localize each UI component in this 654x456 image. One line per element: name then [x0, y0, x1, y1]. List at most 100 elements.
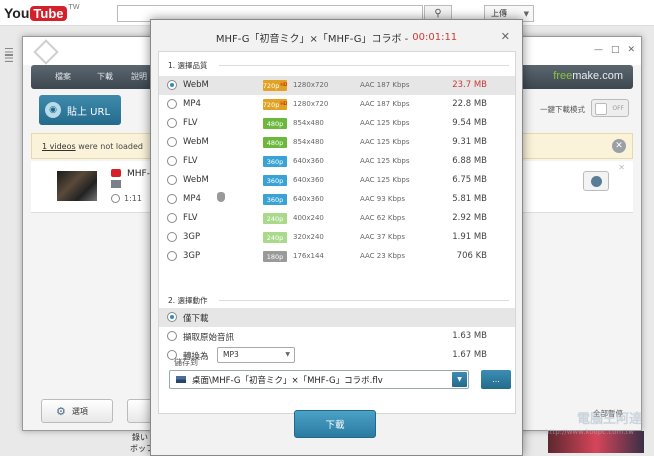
badge-text: 360p: [266, 195, 284, 204]
convert-format-select[interactable]: MP3 ▼: [217, 347, 295, 363]
maximize-icon[interactable]: □: [611, 45, 620, 55]
globe-icon: [590, 175, 602, 187]
format-name: 3GP: [183, 251, 201, 261]
badge-text: 240p: [266, 214, 284, 223]
resolution: 854x480: [293, 119, 324, 127]
quality-badge: 180p: [263, 251, 287, 262]
format-name: FLV: [183, 118, 198, 128]
one-click-toggle[interactable]: OFF: [591, 99, 629, 117]
file-size: 1.67 MB: [452, 350, 487, 360]
remove-item-icon[interactable]: ✕: [618, 163, 625, 172]
radio-button[interactable]: [167, 175, 177, 185]
radio-button[interactable]: [167, 331, 177, 341]
format-option[interactable]: 3GP 180p 176x144 AAC 23 Kbps 706 KB: [159, 247, 515, 266]
hd-mark: HD: [280, 83, 288, 88]
quality-badge: 240p: [263, 213, 287, 224]
item-globe-button[interactable]: [583, 171, 609, 191]
radio-button[interactable]: [167, 194, 177, 204]
format-option[interactable]: FLV 480p 854x480 AAC 125 Kbps 9.54 MB: [159, 114, 515, 133]
format-option[interactable]: WebM 480p 854x480 AAC 125 Kbps 9.31 MB: [159, 133, 515, 152]
youtube-logo[interactable]: You Tube TW: [4, 3, 80, 23]
one-click-mode-label: 一鍵下載模式: [540, 105, 585, 114]
dialog-title-text: MHF-G「初音ミク」×「MHF-G」コラボ -: [215, 33, 409, 45]
dialog-duration: 00:01:11: [412, 31, 458, 43]
globe-icon: ◉: [45, 102, 61, 118]
format-option[interactable]: WebM 720p HD 1280x720 AAC 187 Kbps 23.7 MB: [159, 76, 515, 95]
resolution: 640x360: [293, 176, 324, 184]
download-dialog: MHF-G「初音ミク」×「MHF-G」コラボ - 00:01:11 ✕ 1. 選…: [150, 19, 523, 456]
background-text: 錄い: [132, 433, 148, 442]
format-name: WebM: [183, 137, 209, 147]
radio-button[interactable]: [167, 251, 177, 261]
format-option[interactable]: FLV 360p 640x360 AAC 125 Kbps 6.88 MB: [159, 152, 515, 171]
format-option[interactable]: MP4 720p HD 1280x720 AAC 187 Kbps 22.8 MB: [159, 95, 515, 114]
radio-button[interactable]: [167, 99, 177, 109]
menu-download[interactable]: 下載: [97, 71, 113, 82]
radio-button[interactable]: [167, 312, 177, 322]
format-option[interactable]: 3GP 240p 320x240 AAC 37 Kbps 1.91 MB: [159, 228, 515, 247]
format-option[interactable]: FLV 240p 400x240 AAC 62 Kbps 2.92 MB: [159, 209, 515, 228]
badge-text: 240p: [266, 233, 284, 242]
format-name: WebM: [183, 175, 209, 185]
warning-link[interactable]: 1 videos: [42, 142, 76, 151]
quality-badge: 720p HD: [263, 80, 287, 91]
close-icon[interactable]: ✕: [627, 45, 635, 55]
menu-file[interactable]: 檔案: [55, 71, 71, 82]
minimize-icon[interactable]: —: [594, 45, 603, 55]
window-controls: — □ ✕: [594, 45, 635, 55]
chevron-down-icon[interactable]: ▼: [452, 372, 467, 387]
close-warning-icon[interactable]: ✕: [612, 139, 626, 153]
hd-mark: HD: [280, 102, 288, 107]
resolution: 176x144: [293, 252, 324, 260]
radio-button[interactable]: [167, 80, 177, 90]
action-name: 僅下載: [183, 314, 209, 324]
brand-free: free: [553, 70, 573, 82]
gear-icon: ⚙: [56, 404, 66, 418]
quality-badge: 720p HD: [263, 99, 287, 110]
hamburger-icon[interactable]: ☰ ☰: [4, 47, 14, 64]
action-option[interactable]: 擷取原始音訊 1.63 MB: [159, 327, 515, 346]
browse-button[interactable]: ...: [481, 370, 511, 389]
radio-button[interactable]: [167, 213, 177, 223]
resolution: 320x240: [293, 233, 324, 241]
youtube-logo-tube: Tube: [30, 5, 67, 21]
download-button[interactable]: 下載: [294, 410, 376, 438]
file-size: 1.91 MB: [452, 232, 487, 242]
menu-help[interactable]: 說明: [131, 71, 147, 82]
resolution: 854x480: [293, 138, 324, 146]
close-icon[interactable]: ✕: [501, 30, 510, 43]
badge-text: 720p: [262, 81, 280, 90]
brand-make: make.com: [572, 70, 623, 82]
file-size: 9.31 MB: [452, 137, 487, 147]
item-title: MHF-: [127, 169, 150, 179]
file-size: 23.7 MB: [452, 80, 487, 90]
action-option[interactable]: 轉換為 MP3 ▼ 1.67 MB: [159, 346, 515, 365]
quality-badge: 480p: [263, 118, 287, 129]
audio-bitrate: AAC 125 Kbps: [360, 119, 410, 127]
video-thumbnail: [57, 171, 97, 201]
format-option[interactable]: MP4 360p 640x360 AAC 93 Kbps 5.81 MB: [159, 190, 515, 209]
dialog-panel: 1. 選擇品質 WebM 720p HD 1280x720 AAC 187 Kbps 23…: [158, 51, 516, 414]
monitor-icon: [176, 376, 186, 383]
file-size: 9.54 MB: [452, 118, 487, 128]
clock-icon: [111, 194, 120, 203]
file-size: 6.88 MB: [452, 156, 487, 166]
film-icon: [111, 180, 121, 188]
radio-button[interactable]: [167, 137, 177, 147]
save-path-field[interactable]: 桌面\MHF-G「初音ミク」×「MHF-G」コラボ.flv ▼: [169, 370, 469, 389]
radio-button[interactable]: [167, 118, 177, 128]
format-option[interactable]: WebM 360p 640x360 AAC 125 Kbps 6.75 MB: [159, 171, 515, 190]
search-icon: ⚲: [434, 8, 442, 19]
radio-button[interactable]: [167, 156, 177, 166]
paste-url-button[interactable]: ◉ 貼上 URL: [39, 95, 121, 125]
save-path-text: 桌面\MHF-G「初音ミク」×「MHF-G」コラボ.flv: [192, 376, 383, 386]
options-button[interactable]: ⚙ 選項: [41, 399, 113, 423]
watermark-url: http://www.koopc.com.tw: [545, 428, 634, 436]
radio-button[interactable]: [167, 232, 177, 242]
badge-text: 360p: [266, 176, 284, 185]
action-option[interactable]: 僅下載: [159, 308, 515, 327]
youtube-logo-you: You: [4, 5, 30, 21]
warning-text: 1 videos were not loaded: [42, 142, 143, 151]
apple-icon: [217, 192, 225, 202]
resolution: 640x360: [293, 157, 324, 165]
